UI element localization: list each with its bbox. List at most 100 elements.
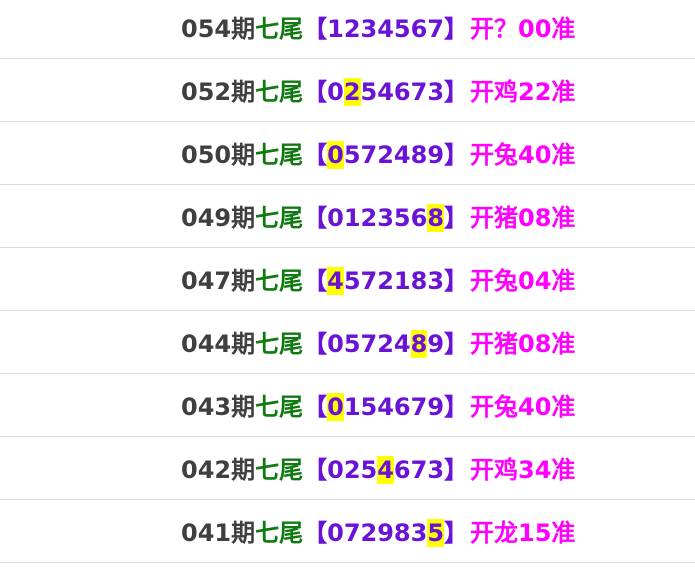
prediction-label: 七尾	[255, 267, 304, 295]
digit: 7	[410, 393, 428, 421]
draw-result: 开兔40准	[470, 141, 576, 169]
prediction-label: 七尾	[255, 456, 304, 484]
digit: 9	[427, 330, 445, 358]
open-bracket: 【	[303, 456, 328, 484]
digit: 7	[360, 330, 378, 358]
prediction-line: 043期七尾【0154679】开兔40准	[181, 392, 575, 422]
digit: 6	[393, 456, 411, 484]
open-bracket: 【	[303, 141, 328, 169]
close-bracket: 】	[444, 330, 469, 358]
digit: 0	[327, 519, 344, 547]
digit: 5	[360, 78, 378, 106]
digit: 4	[377, 15, 394, 43]
highlighted-digit: 2	[343, 78, 361, 106]
digit: 8	[410, 141, 428, 169]
prediction-row: 050期七尾【0572489】开兔40准	[0, 122, 695, 185]
period-number: 054期	[181, 15, 256, 43]
open-bracket: 【	[303, 78, 328, 106]
digit: 3	[360, 15, 378, 43]
digit: 4	[393, 330, 411, 358]
draw-result: 开鸡22准	[470, 78, 576, 106]
prediction-line: 047期七尾【4572183】开兔04准	[181, 266, 575, 296]
prediction-row: 044期七尾【0572489】开猪08准	[0, 311, 695, 374]
open-bracket: 【	[303, 330, 328, 358]
highlighted-digit: 0	[327, 141, 344, 169]
open-bracket: 【	[303, 204, 328, 232]
digit: 1	[327, 15, 344, 43]
prediction-row: 047期七尾【4572183】开兔04准	[0, 248, 695, 311]
prediction-line: 050期七尾【0572489】开兔40准	[181, 140, 575, 170]
digit: 6	[410, 15, 428, 43]
digit: 6	[393, 78, 411, 106]
prediction-line: 044期七尾【0572489】开猪08准	[181, 329, 575, 359]
digit: 3	[377, 204, 394, 232]
digit: 9	[427, 393, 445, 421]
draw-result: 开龙15准	[470, 519, 576, 547]
prediction-row: 049期七尾【0123568】开猪08准	[0, 185, 695, 248]
highlighted-digit: 4	[327, 267, 344, 295]
digit: 6	[410, 204, 428, 232]
digit: 4	[393, 141, 411, 169]
digit: 3	[427, 267, 445, 295]
digit: 0	[327, 456, 344, 484]
digit: 5	[393, 204, 411, 232]
prediction-row: 052期七尾【0254673】开鸡22准	[0, 59, 695, 122]
open-bracket: 【	[303, 519, 328, 547]
digit: 2	[377, 267, 394, 295]
tail-digits: 0154679	[327, 393, 444, 421]
prediction-row: 054期七尾【1234567】开？00准	[0, 0, 695, 59]
prediction-label: 七尾	[255, 78, 304, 106]
highlighted-digit: 8	[427, 204, 445, 232]
digit: 8	[393, 519, 411, 547]
open-bracket: 【	[303, 267, 328, 295]
digit: 7	[360, 141, 378, 169]
tail-digits: 0572489	[327, 330, 444, 358]
digit: 2	[360, 519, 378, 547]
period-number: 042期	[181, 456, 256, 484]
digit: 2	[377, 330, 394, 358]
tail-digits: 0254673	[327, 456, 444, 484]
draw-result: 开鸡34准	[470, 456, 576, 484]
digit: 5	[393, 15, 411, 43]
tail-digits: 0123568	[327, 204, 445, 232]
close-bracket: 】	[444, 141, 469, 169]
digit: 2	[343, 15, 361, 43]
digit: 7	[410, 78, 428, 106]
prediction-row: 041期七尾【0729835】开龙15准	[0, 500, 695, 563]
digit: 7	[360, 267, 378, 295]
digit: 4	[377, 78, 394, 106]
period-number: 044期	[181, 330, 256, 358]
draw-result: 开？00准	[470, 15, 576, 43]
digit: 2	[343, 456, 361, 484]
prediction-label: 七尾	[255, 519, 304, 547]
digit: 1	[343, 204, 361, 232]
period-number: 047期	[181, 267, 256, 295]
prediction-label: 七尾	[255, 393, 304, 421]
period-number: 050期	[181, 141, 256, 169]
prediction-row: 043期七尾【0154679】开兔40准	[0, 374, 695, 437]
digit: 1	[343, 393, 361, 421]
digit: 4	[377, 393, 394, 421]
digit: 9	[377, 519, 394, 547]
highlighted-digit: 8	[410, 330, 428, 358]
tail-digits: 4572183	[327, 267, 444, 295]
prediction-label: 七尾	[255, 330, 304, 358]
close-bracket: 】	[444, 267, 469, 295]
draw-result: 开兔40准	[470, 393, 576, 421]
period-number: 043期	[181, 393, 256, 421]
prediction-label: 七尾	[255, 141, 304, 169]
prediction-line: 042期七尾【0254673】开鸡34准	[181, 455, 575, 485]
close-bracket: 】	[444, 78, 469, 106]
close-bracket: 】	[444, 393, 469, 421]
digit: 9	[427, 141, 445, 169]
prediction-list: 054期七尾【1234567】开？00准 052期七尾【0254673】开鸡22准…	[0, 0, 695, 563]
close-bracket: 】	[444, 15, 469, 43]
tail-digits: 0572489	[327, 141, 444, 169]
prediction-line: 041期七尾【0729835】开龙15准	[181, 518, 575, 548]
digit: 7	[427, 15, 445, 43]
digit: 3	[427, 456, 445, 484]
digit: 0	[327, 204, 344, 232]
open-bracket: 【	[303, 15, 328, 43]
digit: 5	[360, 393, 378, 421]
prediction-label: 七尾	[255, 204, 304, 232]
